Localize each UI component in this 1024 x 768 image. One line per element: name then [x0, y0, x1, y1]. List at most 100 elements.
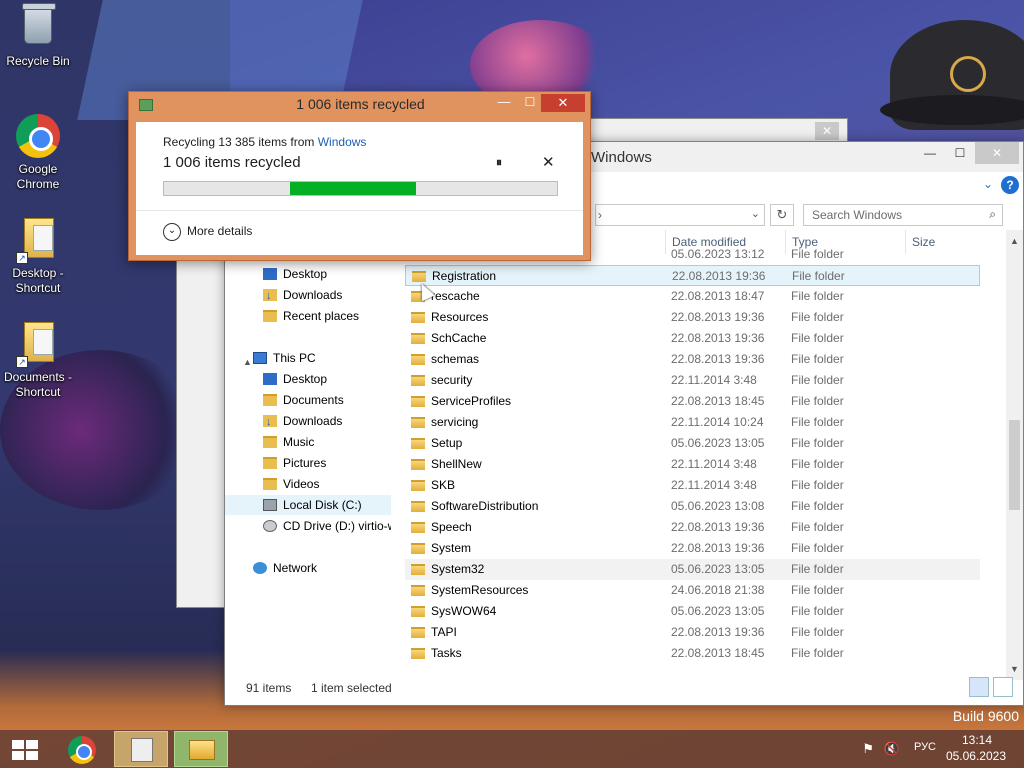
nav-item-label: Pictures: [283, 456, 327, 470]
clock-date[interactable]: 05.06.2023: [946, 749, 1006, 763]
file-row[interactable]: TAPI 22.08.2013 19:36 File folder: [405, 622, 980, 643]
address-bar[interactable]: › ⌄: [595, 204, 765, 226]
search-placeholder: Search Windows: [812, 208, 903, 222]
folder-icon: [411, 375, 425, 386]
file-row[interactable]: System32 05.06.2023 13:05 File folder: [405, 559, 980, 580]
file-row[interactable]: Setup 05.06.2023 13:05 File folder: [405, 433, 980, 454]
desktop-icon: [263, 268, 277, 280]
help-icon[interactable]: ?: [1001, 176, 1019, 194]
nav-item-network[interactable]: Network: [225, 558, 391, 578]
minimize-button[interactable]: —: [913, 142, 947, 164]
vertical-scrollbar[interactable]: ▲ ▼: [1006, 230, 1023, 680]
nav-item-label: Recent places: [283, 309, 360, 323]
start-button[interactable]: [0, 730, 48, 768]
nav-item-label: Downloads: [283, 288, 343, 302]
file-row[interactable]: SKB 22.11.2014 3:48 File folder: [405, 475, 980, 496]
file-row[interactable]: ShellNew 22.11.2014 3:48 File folder: [405, 454, 980, 475]
minimize-button[interactable]: —: [491, 94, 517, 112]
desktop-icon-chrome[interactable]: Google Chrome: [0, 114, 76, 192]
clock-time[interactable]: 13:14: [962, 733, 992, 747]
file-name: SKB: [431, 478, 456, 492]
taskbar-chrome[interactable]: [56, 731, 110, 767]
file-row[interactable]: Tasks 22.08.2013 18:45 File folder: [405, 643, 980, 664]
file-row[interactable]: security 22.11.2014 3:48 File folder: [405, 370, 980, 391]
chevron-down-icon[interactable]: ⌄: [983, 177, 993, 191]
taskbar-recycle-bin[interactable]: [114, 731, 168, 767]
source-link[interactable]: Windows: [318, 135, 367, 149]
file-row[interactable]: Registration 22.08.2013 19:36 File folder: [405, 265, 980, 286]
file-row[interactable]: schemas 22.08.2013 19:36 File folder: [405, 349, 980, 370]
file-name: rescache: [431, 289, 480, 303]
language-indicator[interactable]: РУС: [914, 741, 936, 753]
videos-icon: [263, 478, 277, 490]
nav-item-this-pc[interactable]: ▲ This PC: [225, 348, 391, 368]
nav-item-documents[interactable]: Documents: [225, 390, 391, 410]
expand-arrow-icon[interactable]: ▲: [243, 352, 252, 368]
cancel-button[interactable]: ✕: [542, 153, 555, 171]
file-name: servicing: [431, 415, 479, 429]
more-details-button[interactable]: ⌄ More details: [163, 223, 252, 241]
refresh-button[interactable]: ↻: [770, 204, 794, 226]
chevron-down-icon[interactable]: ⌄: [751, 207, 760, 220]
this-pc-icon: [253, 352, 267, 364]
close-button[interactable]: ✕: [541, 94, 585, 112]
file-row[interactable]: ServiceProfiles 22.08.2013 18:45 File fold…: [405, 391, 980, 412]
file-date: 22.08.2013 19:36: [671, 310, 765, 324]
nav-item-label: Network: [273, 561, 318, 575]
file-name: SysWOW64: [431, 604, 497, 618]
large-icons-view-icon[interactable]: [993, 677, 1013, 697]
recycle-progress-dialog[interactable]: 1 006 items recycled — ☐ ✕ Recycling 13 …: [128, 91, 591, 261]
maximize-button[interactable]: ☐: [943, 142, 977, 164]
scroll-up-icon[interactable]: ▲: [1010, 236, 1019, 246]
desktop-icon-recycle-bin[interactable]: Recycle Bin: [0, 3, 76, 69]
file-row[interactable]: SchCache 22.08.2013 19:36 File folder: [405, 328, 980, 349]
desktop-icon-label: Desktop - Shortcut: [12, 266, 64, 295]
nav-item-videos[interactable]: Videos: [225, 474, 391, 494]
nav-item-downloads[interactable]: Downloads: [225, 285, 391, 305]
nav-item-downloads-pc[interactable]: Downloads: [225, 411, 391, 431]
desktop-icon-documents-shortcut[interactable]: ↗ Documents - Shortcut: [0, 322, 76, 400]
file-row[interactable]: SysWOW64 05.06.2023 13:05 File folder: [405, 601, 980, 622]
file-row[interactable]: Resources 22.08.2013 19:36 File folder: [405, 307, 980, 328]
file-row[interactable]: SoftwareDistribution 05.06.2023 13:08 File…: [405, 496, 980, 517]
nav-item-label: Desktop: [283, 267, 328, 281]
volume-muted-icon[interactable]: 🔇: [884, 741, 900, 757]
scrollbar-thumb[interactable]: [1009, 420, 1020, 510]
close-icon[interactable]: ✕: [815, 122, 839, 140]
folder-icon: [411, 522, 425, 533]
nav-item-pictures[interactable]: Pictures: [225, 453, 391, 473]
network-status-icon[interactable]: ⚑: [862, 741, 874, 757]
file-row[interactable]: rescache 22.08.2013 18:47 File folder: [405, 286, 980, 307]
file-row[interactable]: SystemResources 24.06.2018 21:38 File fold…: [405, 580, 980, 601]
folder-icon: [411, 396, 425, 407]
file-name: Resources: [431, 310, 489, 324]
search-input[interactable]: Search Windows ⌕: [803, 204, 1003, 226]
nav-item-recent-places[interactable]: Recent places: [225, 306, 391, 326]
taskbar-file-explorer[interactable]: [174, 731, 228, 767]
file-row[interactable]: servicing 22.11.2014 10:24 File folder: [405, 412, 980, 433]
details-view-icon[interactable]: [969, 677, 989, 697]
file-name: TAPI: [431, 625, 457, 639]
folder-icon: [412, 271, 426, 282]
folder-icon: [411, 585, 425, 596]
nav-item-local-disk[interactable]: Local Disk (C:): [225, 495, 391, 515]
file-date: 05.06.2023 13:08: [671, 499, 765, 513]
chevron-down-icon: ⌄: [163, 223, 181, 241]
pause-button[interactable]: ⏸: [496, 155, 502, 170]
file-row[interactable]: System 22.08.2013 19:36 File folder: [405, 538, 980, 559]
close-button[interactable]: ✕: [975, 142, 1019, 164]
nav-item-cd-drive[interactable]: CD Drive (D:) virtio-w: [225, 516, 391, 536]
folder-icon: [411, 333, 425, 344]
file-date: 22.08.2013 19:36: [671, 520, 765, 534]
navigation-pane: Desktop Downloads Recent places ▲ This PC…: [225, 230, 391, 680]
file-type: File folder: [792, 269, 845, 283]
nav-item-desktop-folder[interactable]: Desktop: [225, 369, 391, 389]
file-type: File folder: [791, 520, 844, 534]
file-row[interactable]: Speech 22.08.2013 19:36 File folder: [405, 517, 980, 538]
maximize-button[interactable]: ☐: [517, 94, 543, 112]
desktop-icon-desktop-shortcut[interactable]: ↗ Desktop - Shortcut: [0, 218, 76, 296]
nav-item-music[interactable]: Music: [225, 432, 391, 452]
file-type: File folder: [791, 625, 844, 639]
nav-item-desktop[interactable]: Desktop: [225, 264, 391, 284]
file-date: 22.11.2014 10:24: [671, 415, 764, 429]
